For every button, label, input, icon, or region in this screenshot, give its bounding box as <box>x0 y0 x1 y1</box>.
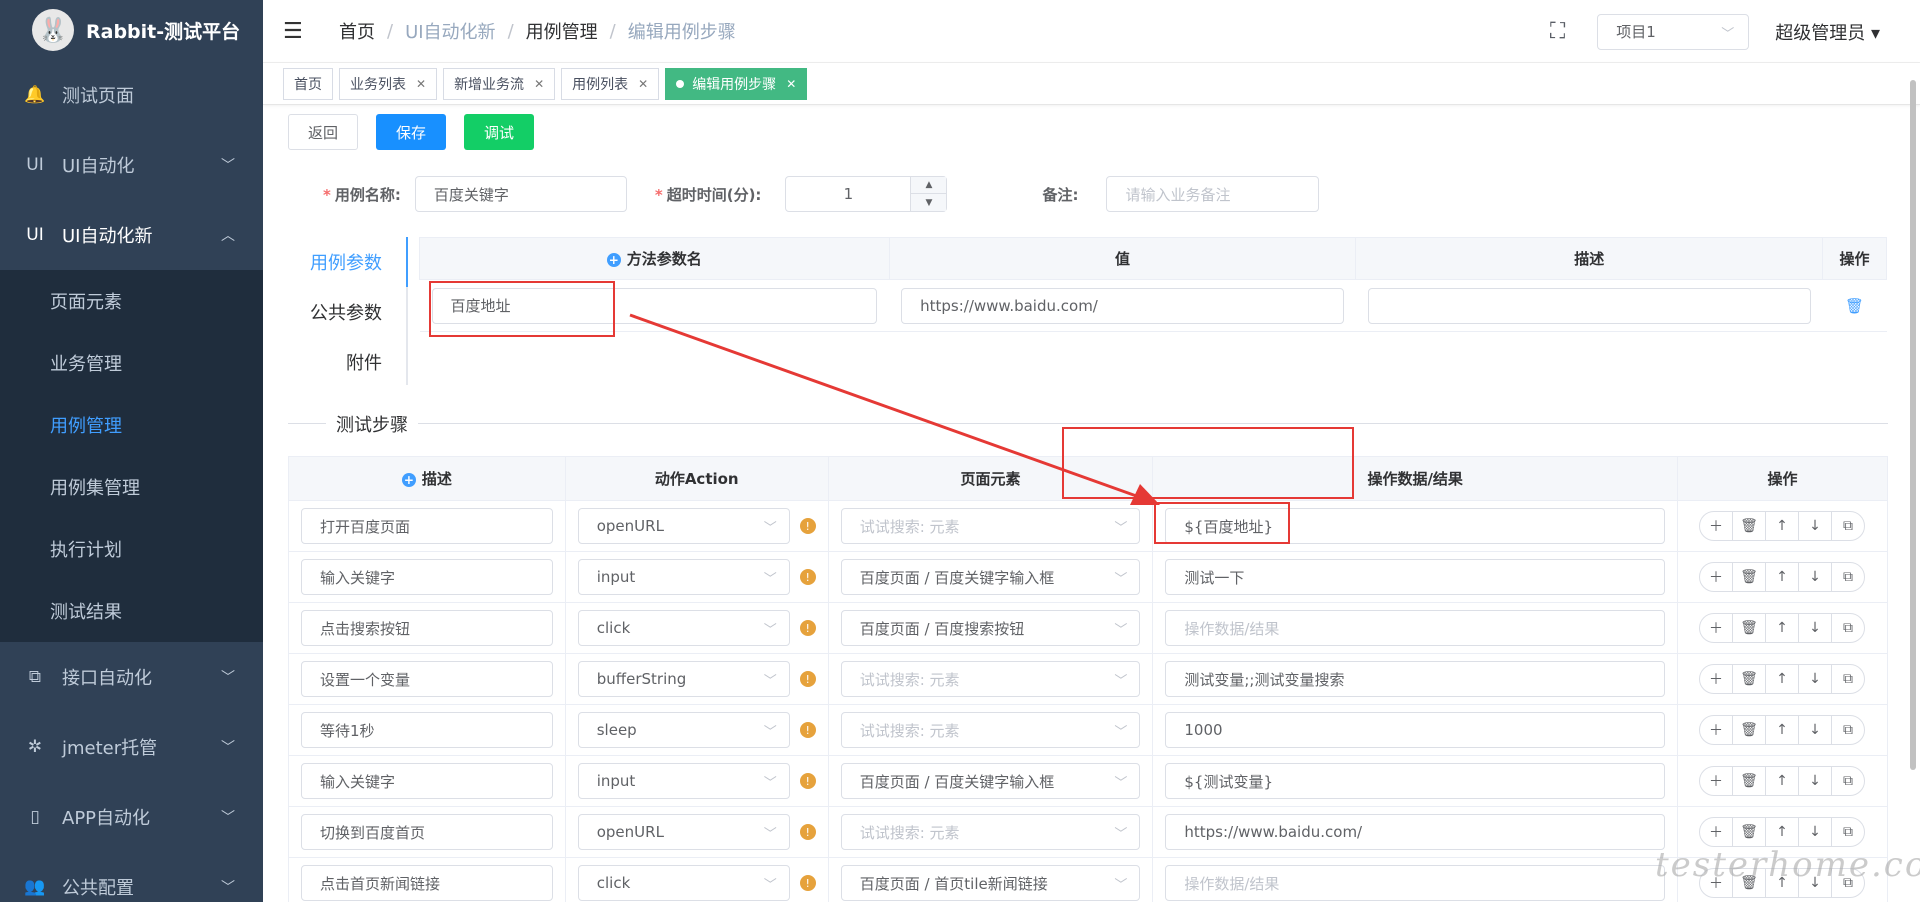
watermark: testerhome.com <box>1655 845 1920 885</box>
app: 🐰 Rabbit-测试平台 🔔 测试页面 UI UI自动化 ﹀ UI UI自动化… <box>0 0 1920 902</box>
page-scrollbar[interactable] <box>1910 80 1916 770</box>
annotation-arrow <box>629 313 1160 505</box>
